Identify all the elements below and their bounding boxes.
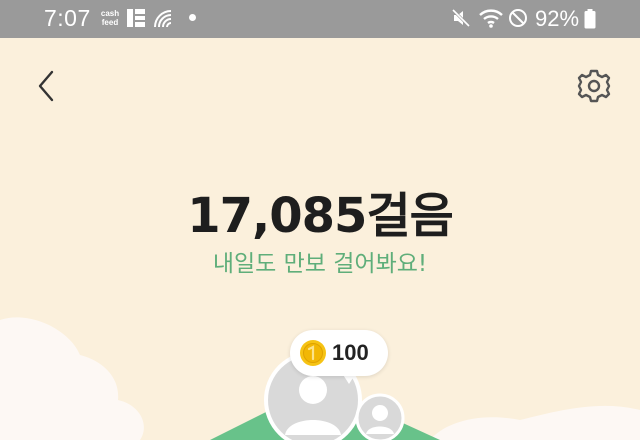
- back-button[interactable]: [30, 66, 60, 106]
- settings-button[interactable]: [574, 66, 614, 106]
- gear-icon: [577, 69, 611, 103]
- step-count: 17,085걸음: [187, 188, 454, 244]
- coin-icon: [300, 340, 326, 366]
- status-time: 7:07: [44, 5, 91, 31]
- cashfeed-icon: cash feed: [100, 9, 120, 27]
- signal-icon: [154, 10, 172, 28]
- mute-icon: [451, 8, 471, 28]
- coin-reward-badge[interactable]: 100: [290, 330, 388, 376]
- right-cloud: [430, 405, 640, 440]
- chevron-left-icon: [38, 70, 54, 102]
- grid-icon: [127, 9, 145, 27]
- do-not-disturb-icon: [509, 9, 527, 27]
- battery-icon: [584, 9, 596, 29]
- battery-percentage: 92%: [535, 6, 580, 31]
- small-avatar-placeholder: [355, 393, 405, 440]
- notification-dot-icon: [189, 14, 196, 21]
- coin-amount: 100: [332, 340, 369, 365]
- left-cloud: [0, 317, 144, 440]
- step-encouragement-message: 내일도 만보 걸어봐요!: [212, 251, 428, 277]
- wifi-icon: [479, 9, 503, 28]
- status-bar: 7:07 cash feed 92%: [0, 0, 640, 38]
